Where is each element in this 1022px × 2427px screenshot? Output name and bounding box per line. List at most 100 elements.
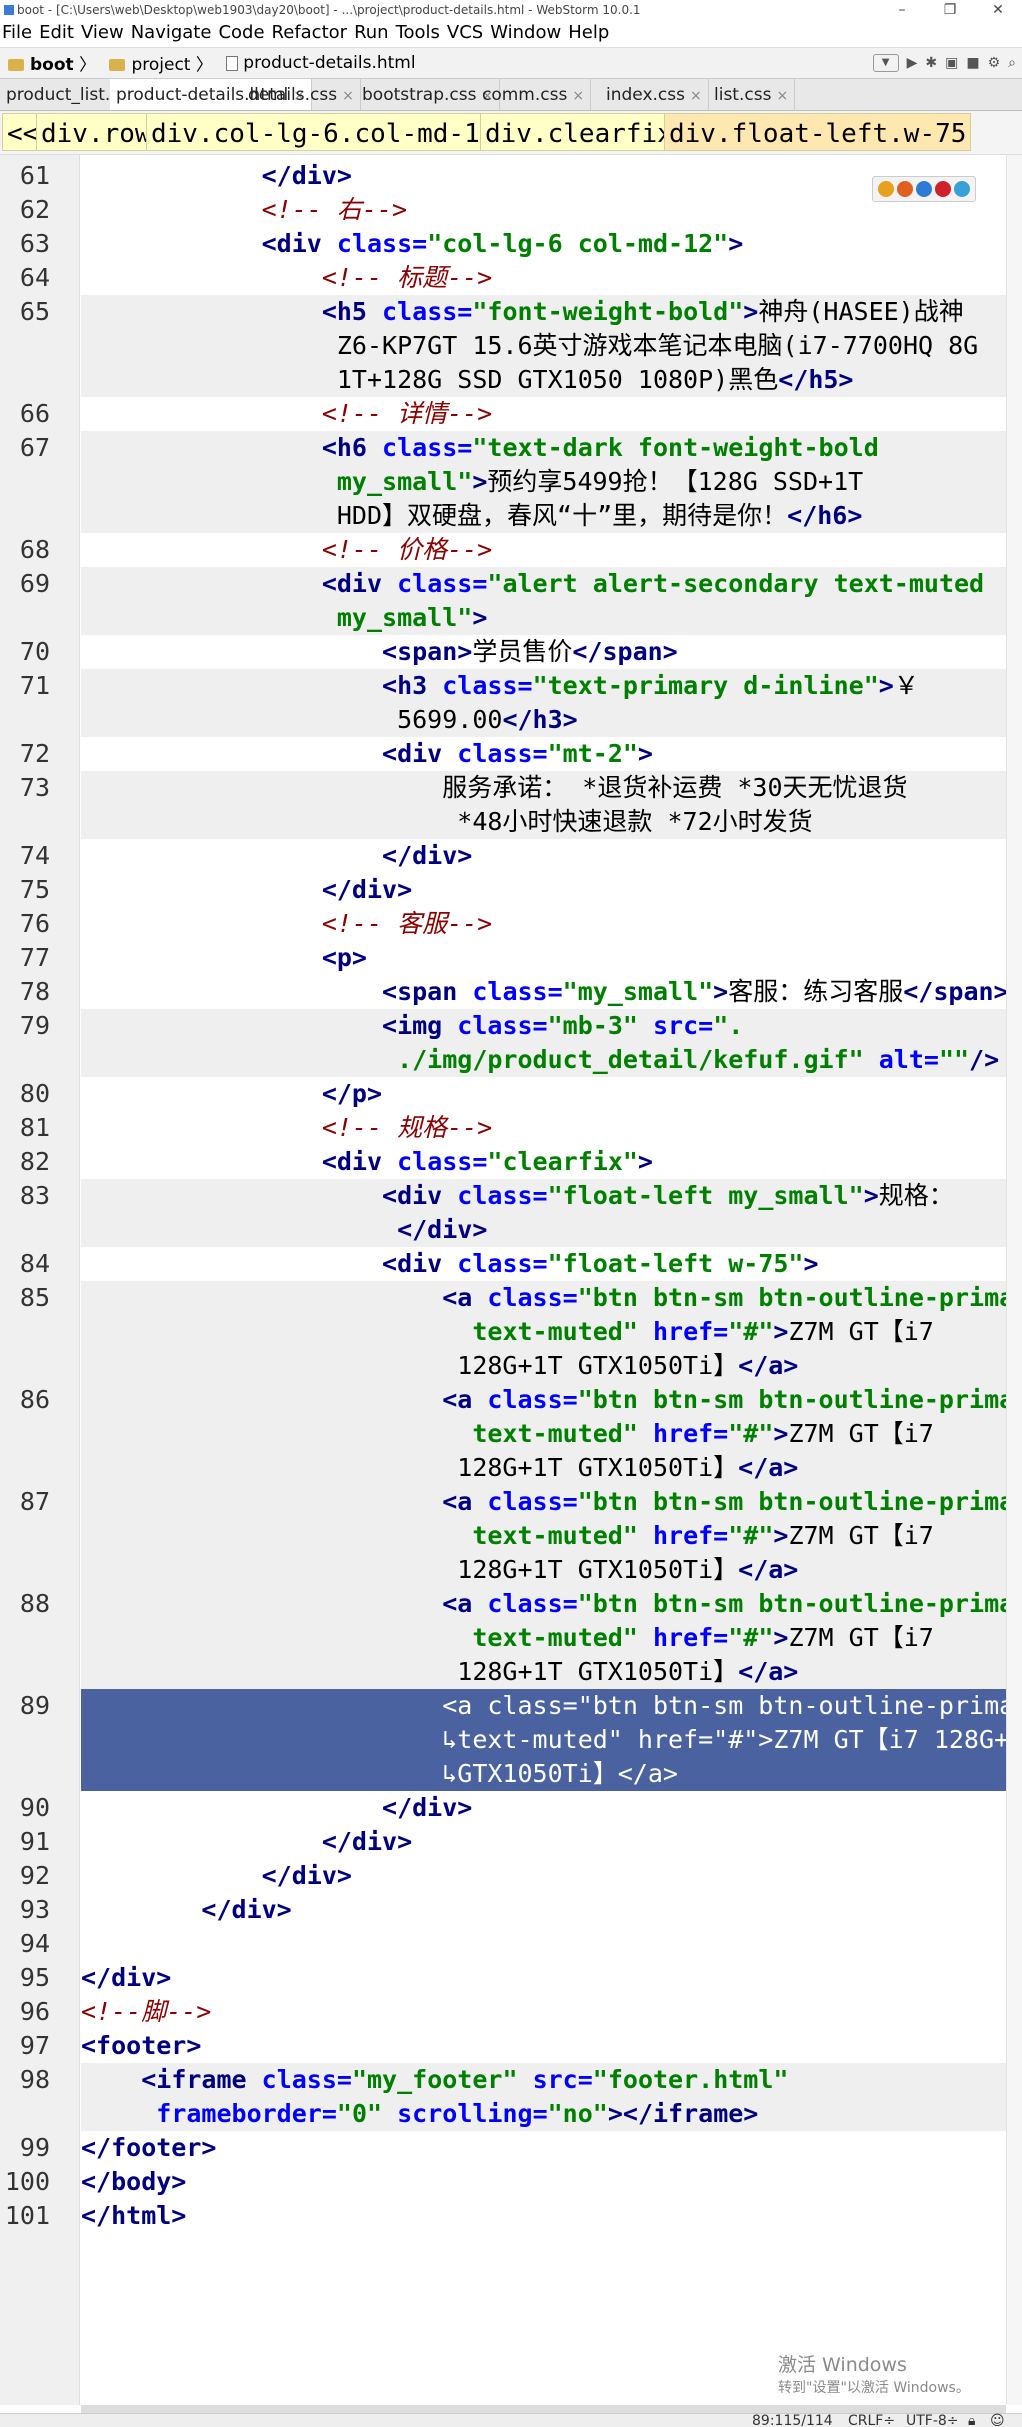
breadcrumb-folder[interactable]: project	[105, 50, 190, 80]
coverage-icon[interactable]: ▣	[945, 48, 958, 78]
code-line[interactable]: <div class="clearfix">	[81, 1145, 1022, 1179]
menu-help[interactable]: Help	[568, 22, 609, 43]
lock-icon[interactable]: 🔒︎	[968, 2414, 975, 2427]
code-line[interactable]	[81, 1927, 1022, 1961]
tag-crumb[interactable]: div.col-lg-6.col-md-12	[146, 113, 501, 151]
code-line[interactable]: <iframe class="my_footer" src="footer.ht…	[81, 2063, 1022, 2097]
code-line[interactable]: </div>	[81, 1859, 1022, 1893]
code-line[interactable]: text-muted" href="#">Z7M GT【i7	[81, 1315, 1022, 1349]
code-line[interactable]: frameborder="0" scrolling="no"></iframe>	[81, 2097, 1022, 2131]
code-line[interactable]: <a class="btn btn-sm btn-outline-primary	[81, 1383, 1022, 1417]
code-line[interactable]: <footer>	[81, 2029, 1022, 2063]
firefox-icon[interactable]	[897, 181, 914, 197]
close-tab-icon[interactable]: ×	[572, 88, 584, 104]
code-line[interactable]: ↳GTX1050Ti】</a>	[81, 1757, 1022, 1791]
code-line[interactable]: </p>	[81, 1077, 1022, 1111]
code-line[interactable]: ./img/product_detail/kefuf.gif" alt=""/>	[81, 1043, 1022, 1077]
code-line[interactable]: </div>	[81, 1961, 1022, 1995]
code-line[interactable]: </div>	[81, 1791, 1022, 1825]
code-line[interactable]: <a class="btn btn-sm btn-outline-primary…	[81, 1689, 1022, 1723]
code-line[interactable]: </html>	[81, 2199, 1022, 2233]
tag-crumb[interactable]: div.float-left.w-75	[664, 113, 972, 151]
run-config-dropdown[interactable]: ▼	[872, 54, 899, 72]
breadcrumb-file[interactable]: product-details.html	[222, 48, 416, 78]
close-tab-icon[interactable]: ×	[690, 88, 702, 104]
code-line[interactable]: <img class="mb-3" src=".	[81, 1009, 1022, 1043]
code-line[interactable]: 128G+1T GTX1050Ti】</a>	[81, 1451, 1022, 1485]
menu-code[interactable]: Code	[218, 22, 264, 43]
code-line[interactable]: <!-- 详情-->	[81, 397, 1022, 431]
code-line[interactable]: 128G+1T GTX1050Ti】</a>	[81, 1655, 1022, 1689]
code-line[interactable]: <p>	[81, 941, 1022, 975]
horizontal-scrollbar[interactable]	[81, 2405, 1006, 2413]
tag-crumb[interactable]: div.clearfix	[480, 113, 678, 151]
tag-crumb[interactable]: div.row	[36, 113, 156, 151]
code-line[interactable]: <a class="btn btn-sm btn-outline-primary	[81, 1587, 1022, 1621]
minimize-icon[interactable]: –	[878, 0, 926, 20]
code-line[interactable]: <!-- 规格-->	[81, 1111, 1022, 1145]
code-line[interactable]: <!-- 客服-->	[81, 907, 1022, 941]
tab-details-css[interactable]: details.css ×	[242, 79, 361, 110]
code-line[interactable]: <span>学员售价</span>	[81, 635, 1022, 669]
menu-file[interactable]: File	[2, 22, 32, 43]
code-line[interactable]: <!--脚-->	[81, 1995, 1022, 2029]
code-line[interactable]: <span class="my_small">客服：练习客服</span>	[81, 975, 1022, 1009]
code-line[interactable]: <h3 class="text-primary d-inline">￥	[81, 669, 1022, 703]
code-line[interactable]: <div class="float-left w-75">	[81, 1247, 1022, 1281]
tab-list-css[interactable]: list.css ×	[708, 79, 796, 110]
code-line[interactable]: Z6-KP7GT 15.6英寸游戏本笔记本电脑(i7-7700HQ 8G	[81, 329, 1022, 363]
menu-edit[interactable]: Edit	[39, 22, 74, 43]
menu-tools[interactable]: Tools	[396, 22, 440, 43]
caret-position[interactable]: 89:115/114	[752, 2414, 833, 2427]
settings-icon[interactable]: ⚙	[988, 48, 1001, 78]
code-line[interactable]: <h6 class="text-dark font-weight-bold	[81, 431, 1022, 465]
code-line[interactable]: text-muted" href="#">Z7M GT【i7	[81, 1417, 1022, 1451]
code-line[interactable]: </div>	[81, 1825, 1022, 1859]
close-tab-icon[interactable]: ×	[342, 88, 354, 104]
maximize-icon[interactable]: ❐	[926, 0, 974, 20]
code-line[interactable]: </div>	[81, 873, 1022, 907]
code-line[interactable]: 1T+128G SSD GTX1050 1080P)黑色</h5>	[81, 363, 1022, 397]
menu-vcs[interactable]: VCS	[447, 22, 483, 43]
run-icon[interactable]: ▶	[907, 48, 918, 78]
code-line[interactable]: *48小时快速退款 *72小时发货	[81, 805, 1022, 839]
stop-icon[interactable]: ■	[966, 48, 979, 78]
code-line[interactable]: <!-- 价格-->	[81, 533, 1022, 567]
code-line[interactable]: 服务承诺： *退货补运费 *30天无忧退货	[81, 771, 1022, 805]
code-line[interactable]: <h5 class="font-weight-bold">神舟(HASEE)战神	[81, 295, 1022, 329]
ie-icon[interactable]	[915, 181, 932, 197]
chrome-icon[interactable]	[878, 181, 895, 197]
menu-window[interactable]: Window	[490, 22, 561, 43]
code-line[interactable]: <div class="col-lg-6 col-md-12">	[81, 227, 1022, 261]
breadcrumb-root[interactable]: boot	[4, 50, 74, 80]
inspector-icon[interactable]: ☺︎	[990, 2414, 1005, 2427]
line-separator[interactable]: CRLF÷	[848, 2414, 895, 2427]
code-line[interactable]: <div class="mt-2">	[81, 737, 1022, 771]
menu-run[interactable]: Run	[354, 22, 389, 43]
opera-icon[interactable]	[934, 181, 951, 197]
code-line[interactable]: HDD】双硬盘，春风“十”里，期待是你！</h6>	[81, 499, 1022, 533]
debug-icon[interactable]: ✱	[925, 48, 937, 78]
close-tab-icon[interactable]: ×	[776, 88, 788, 104]
code-line[interactable]: 128G+1T GTX1050Ti】</a>	[81, 1553, 1022, 1587]
code-line[interactable]: my_small">预约享5499抢！【128G SSD+1T	[81, 465, 1022, 499]
code-line[interactable]: <div class="float-left my_small">规格：	[81, 1179, 1022, 1213]
code-line[interactable]: my_small">	[81, 601, 1022, 635]
file-encoding[interactable]: UTF-8÷	[906, 2414, 959, 2427]
search-icon[interactable]: ⌕	[1008, 48, 1016, 78]
code-line[interactable]: <a class="btn btn-sm btn-outline-primary	[81, 1281, 1022, 1315]
code-line[interactable]: <!-- 标题-->	[81, 261, 1022, 295]
code-line[interactable]: text-muted" href="#">Z7M GT【i7	[81, 1621, 1022, 1655]
code-line[interactable]: </div>	[81, 839, 1022, 873]
tab-index-css[interactable]: index.css ×	[600, 79, 709, 110]
vertical-scrollbar[interactable]	[1006, 155, 1022, 2405]
code-line[interactable]: </body>	[81, 2165, 1022, 2199]
code-line[interactable]: text-muted" href="#">Z7M GT【i7	[81, 1519, 1022, 1553]
code-line[interactable]: <div class="alert alert-secondary text-m…	[81, 567, 1022, 601]
code-line[interactable]: 5699.00</h3>	[81, 703, 1022, 737]
code-line[interactable]: <a class="btn btn-sm btn-outline-primary	[81, 1485, 1022, 1519]
safari-icon[interactable]	[953, 181, 970, 197]
close-icon[interactable]: ✕	[974, 0, 1022, 20]
code-line[interactable]: </div>	[81, 1893, 1022, 1927]
code-editor[interactable]: </div> <!-- 右--> <div class="col-lg-6 co…	[81, 155, 1022, 2405]
